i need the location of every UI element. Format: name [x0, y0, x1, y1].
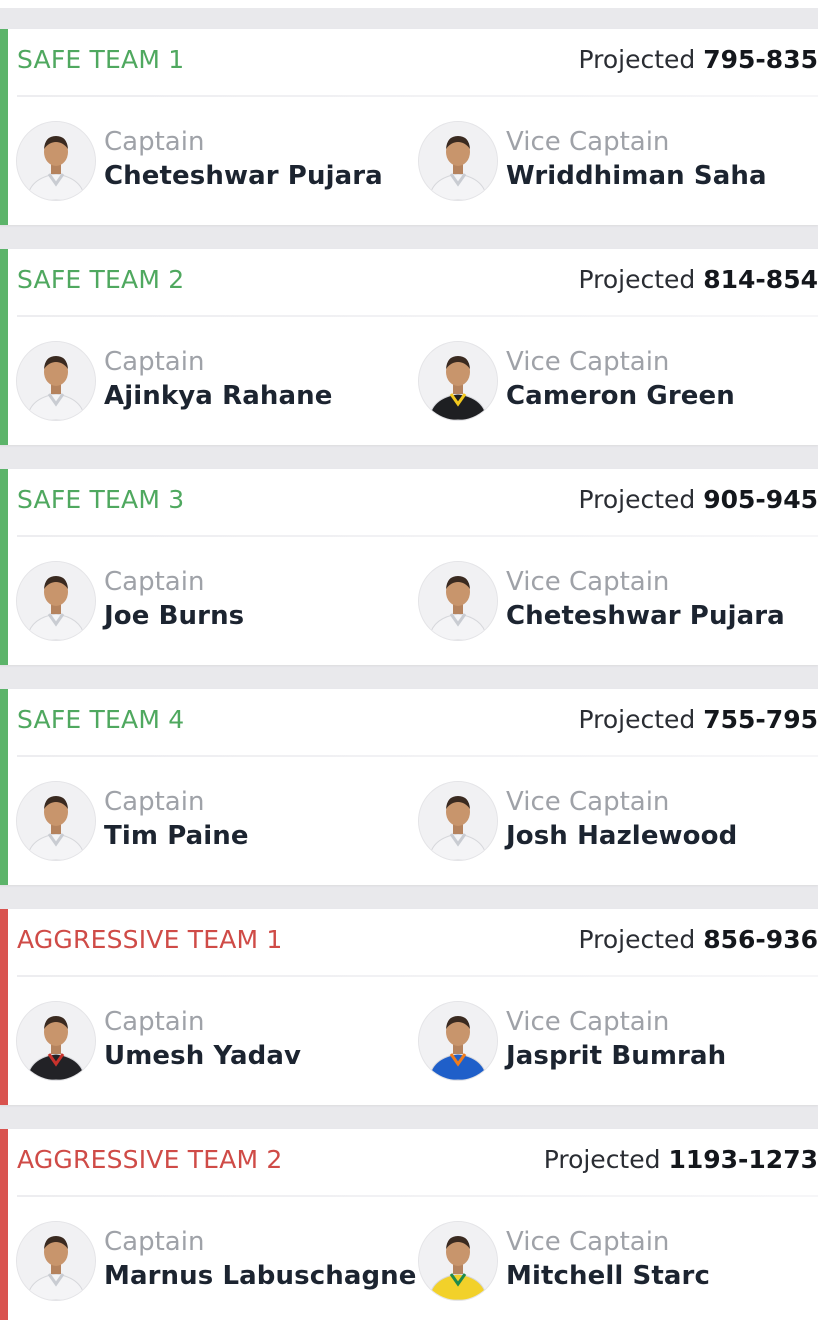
vice-captain-role-label: Vice Captain — [506, 1227, 670, 1257]
projected-points: Projected 856-936 — [579, 925, 818, 954]
captain-role-label: Captain — [104, 1227, 205, 1257]
vice-captain-role-label: Vice Captain — [506, 1007, 670, 1037]
team-card[interactable]: SAFE TEAM 2 Projected 814-854 Captain Ajink… — [0, 249, 818, 445]
projected-range: 856-936 — [703, 925, 818, 954]
projected-points: Projected 755-795 — [579, 705, 818, 734]
vice-captain-name[interactable]: Mitchell Starc — [506, 1261, 710, 1291]
projected-label: Projected — [578, 485, 696, 514]
team-card[interactable]: AGGRESSIVE TEAM 1 Projected 856-936 Captai… — [0, 909, 818, 1105]
vice-captain-avatar[interactable] — [418, 121, 498, 201]
projected-range: 755-795 — [703, 705, 818, 734]
team-card[interactable]: AGGRESSIVE TEAM 2 Projected 1193-1273 Capt… — [0, 1129, 818, 1320]
captain-name[interactable]: Tim Paine — [104, 821, 249, 851]
card-divider — [17, 95, 818, 97]
projected-label: Projected — [578, 705, 696, 734]
projected-range: 814-854 — [703, 265, 818, 294]
aggressive-indicator-bar — [0, 1129, 8, 1320]
team-card[interactable]: SAFE TEAM 1 Projected 795-835 Captain Chete… — [0, 29, 818, 225]
team-title: AGGRESSIVE TEAM 2 — [17, 1145, 283, 1174]
vice-captain-avatar[interactable] — [418, 1221, 498, 1301]
team-suggestions-feed: SAFE TEAM 1 Projected 795-835 Captain Chete… — [0, 0, 818, 1320]
team-title: SAFE TEAM 3 — [17, 485, 185, 514]
vice-captain-avatar[interactable] — [418, 1001, 498, 1081]
projected-points: Projected 1193-1273 — [544, 1145, 818, 1174]
safe-indicator-bar — [0, 689, 8, 885]
card-divider — [17, 535, 818, 537]
projected-range: 905-945 — [703, 485, 818, 514]
vice-captain-avatar[interactable] — [418, 781, 498, 861]
captain-role-label: Captain — [104, 787, 205, 817]
safe-indicator-bar — [0, 249, 8, 445]
vice-captain-name[interactable]: Jasprit Bumrah — [506, 1041, 726, 1071]
aggressive-indicator-bar — [0, 909, 8, 1105]
projected-points: Projected 795-835 — [579, 45, 818, 74]
team-title: AGGRESSIVE TEAM 1 — [17, 925, 283, 954]
captain-avatar[interactable] — [16, 1221, 96, 1301]
vice-captain-name[interactable]: Cheteshwar Pujara — [506, 601, 785, 631]
vice-captain-role-label: Vice Captain — [506, 127, 670, 157]
projected-range: 1193-1273 — [668, 1145, 818, 1174]
captain-role-label: Captain — [104, 567, 205, 597]
team-title: SAFE TEAM 4 — [17, 705, 185, 734]
projected-label: Projected — [578, 45, 696, 74]
captain-role-label: Captain — [104, 1007, 205, 1037]
vice-captain-avatar[interactable] — [418, 341, 498, 421]
previous-card-edge — [0, 0, 818, 8]
team-title: SAFE TEAM 1 — [17, 45, 185, 74]
captain-avatar[interactable] — [16, 341, 96, 421]
captain-name[interactable]: Ajinkya Rahane — [104, 381, 332, 411]
captain-role-label: Captain — [104, 127, 205, 157]
vice-captain-role-label: Vice Captain — [506, 347, 670, 377]
projected-label: Projected — [578, 925, 696, 954]
team-card[interactable]: SAFE TEAM 4 Projected 755-795 Captain Tim P… — [0, 689, 818, 885]
team-card[interactable]: SAFE TEAM 3 Projected 905-945 Captain Joe B… — [0, 469, 818, 665]
vice-captain-name[interactable]: Josh Hazlewood — [506, 821, 737, 851]
card-divider — [17, 315, 818, 317]
card-divider — [17, 755, 818, 757]
captain-name[interactable]: Marnus Labuschagne — [104, 1261, 417, 1291]
vice-captain-role-label: Vice Captain — [506, 787, 670, 817]
projected-label: Projected — [578, 265, 696, 294]
captain-avatar[interactable] — [16, 781, 96, 861]
captain-name[interactable]: Umesh Yadav — [104, 1041, 301, 1071]
card-divider — [17, 975, 818, 977]
team-title: SAFE TEAM 2 — [17, 265, 185, 294]
safe-indicator-bar — [0, 469, 8, 665]
captain-role-label: Captain — [104, 347, 205, 377]
vice-captain-role-label: Vice Captain — [506, 567, 670, 597]
captain-avatar[interactable] — [16, 561, 96, 641]
captain-name[interactable]: Joe Burns — [104, 601, 244, 631]
vice-captain-name[interactable]: Cameron Green — [506, 381, 735, 411]
captain-avatar[interactable] — [16, 1001, 96, 1081]
projected-points: Projected 814-854 — [579, 265, 818, 294]
vice-captain-name[interactable]: Wriddhiman Saha — [506, 161, 767, 191]
safe-indicator-bar — [0, 29, 8, 225]
projected-points: Projected 905-945 — [579, 485, 818, 514]
captain-avatar[interactable] — [16, 121, 96, 201]
projected-range: 795-835 — [703, 45, 818, 74]
card-divider — [17, 1195, 818, 1197]
projected-label: Projected — [543, 1145, 661, 1174]
captain-name[interactable]: Cheteshwar Pujara — [104, 161, 383, 191]
vice-captain-avatar[interactable] — [418, 561, 498, 641]
